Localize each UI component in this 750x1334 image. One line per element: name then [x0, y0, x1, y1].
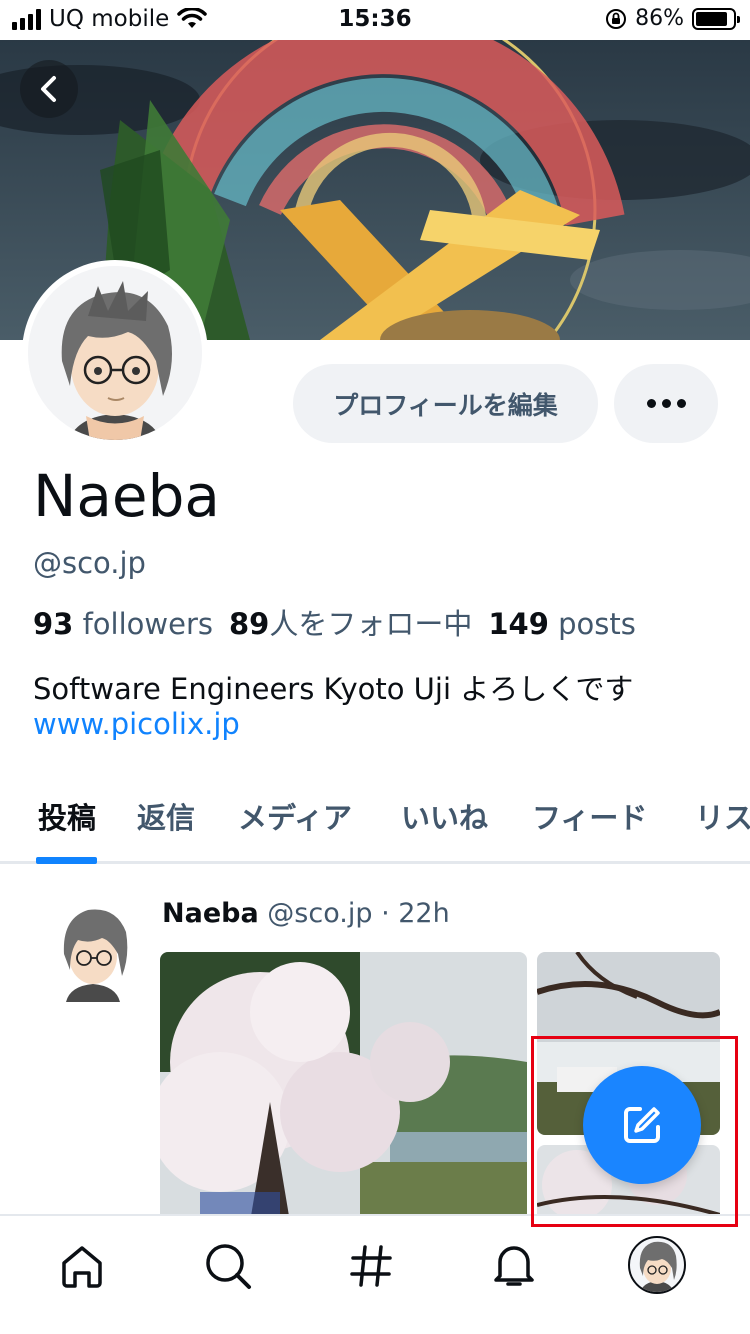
- tab-likes[interactable]: いいね: [401, 795, 488, 863]
- battery-fill: [696, 11, 727, 26]
- active-tab-indicator: [36, 857, 97, 864]
- back-button[interactable]: [20, 60, 78, 118]
- posts-label: posts: [558, 607, 636, 641]
- compose-post-button[interactable]: [583, 1066, 701, 1184]
- avatar-image: [28, 266, 202, 440]
- nav-notifications[interactable]: [482, 1234, 546, 1298]
- battery-percent: 86%: [635, 6, 684, 31]
- more-options-button[interactable]: [614, 364, 718, 443]
- post-timestamp: 22h: [398, 898, 450, 929]
- tab-posts[interactable]: 投稿: [38, 795, 96, 863]
- bottom-navigation: [0, 1214, 750, 1334]
- profile-bio: Software Engineers Kyoto Uji よろしくです: [33, 672, 634, 706]
- followers-link[interactable]: 93 followers: [33, 607, 213, 641]
- tab-media[interactable]: メディア: [238, 795, 352, 863]
- post-image-1[interactable]: [160, 952, 527, 1222]
- nav-profile-avatar[interactable]: [628, 1236, 686, 1294]
- tab-lists[interactable]: リスト: [695, 795, 750, 863]
- edit-profile-button[interactable]: プロフィールを編集: [293, 364, 598, 443]
- post-header: Naeba @sco.jp · 22h: [162, 898, 450, 929]
- profile-website-link[interactable]: www.picolix.jp: [33, 707, 240, 741]
- tab-feeds[interactable]: フィード: [532, 795, 647, 863]
- tab-replies[interactable]: 返信: [137, 795, 195, 863]
- home-icon: [62, 1246, 102, 1288]
- compose-icon: [624, 1107, 660, 1143]
- hashtag-icon: [350, 1245, 392, 1287]
- status-right: 86%: [605, 6, 740, 31]
- profile-handle: @sco.jp: [33, 546, 146, 580]
- post-author-avatar[interactable]: [48, 898, 138, 1002]
- following-count: 89: [228, 607, 270, 641]
- followers-count: 93: [33, 607, 74, 641]
- followers-label: followers: [82, 607, 213, 641]
- nav-feeds[interactable]: [339, 1234, 403, 1298]
- following-label: 人をフォロー中: [269, 607, 473, 641]
- profile-avatar[interactable]: [22, 260, 208, 446]
- wifi-icon: [177, 8, 208, 28]
- ellipsis-icon: [646, 399, 686, 408]
- nav-home[interactable]: [50, 1234, 114, 1298]
- post-author-name[interactable]: Naeba: [162, 898, 259, 929]
- tabs-divider: [0, 861, 750, 864]
- post-separator: ·: [381, 898, 390, 929]
- profile-tabs: 投稿 返信 メディア いいね フィード リスト: [0, 795, 750, 865]
- battery-icon: [692, 7, 740, 30]
- chevron-left-icon: [41, 76, 56, 102]
- orientation-lock-icon: [606, 8, 627, 29]
- signal-icon: [12, 8, 41, 30]
- posts-count: 149: [488, 607, 549, 641]
- nav-search[interactable]: [196, 1234, 260, 1298]
- bell-icon: [494, 1246, 534, 1286]
- following-link[interactable]: 89人をフォロー中: [229, 607, 472, 641]
- carrier-label: UQ mobile: [49, 6, 170, 32]
- search-icon: [206, 1244, 251, 1289]
- profile-stats: 93 followers 89人をフォロー中 149 posts: [33, 601, 636, 643]
- status-bar: UQ mobile 15:36 86%: [0, 0, 750, 40]
- display-name: Naeba: [33, 462, 220, 530]
- post-author-handle[interactable]: @sco.jp: [267, 898, 372, 929]
- status-left: UQ mobile: [12, 6, 208, 32]
- edit-profile-label: プロフィールを編集: [333, 390, 558, 420]
